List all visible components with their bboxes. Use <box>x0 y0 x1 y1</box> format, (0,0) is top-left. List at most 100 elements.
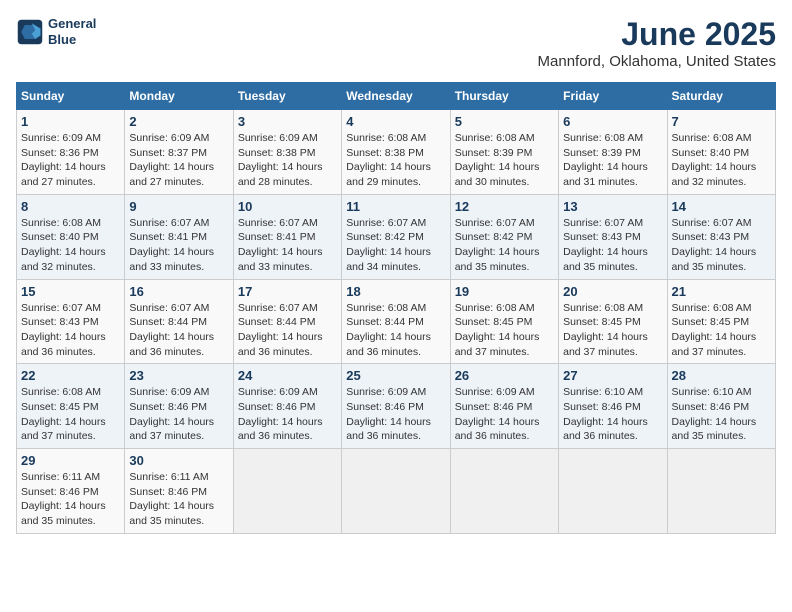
calendar-cell: 28Sunrise: 6:10 AM Sunset: 8:46 PM Dayli… <box>667 364 775 449</box>
day-number: 16 <box>129 284 228 299</box>
day-info: Sunrise: 6:08 AM Sunset: 8:40 PM Dayligh… <box>672 131 771 190</box>
day-info: Sunrise: 6:07 AM Sunset: 8:42 PM Dayligh… <box>346 216 445 275</box>
day-of-week-header: Thursday <box>450 83 558 110</box>
calendar-week-row: 22Sunrise: 6:08 AM Sunset: 8:45 PM Dayli… <box>17 364 776 449</box>
day-info: Sunrise: 6:11 AM Sunset: 8:46 PM Dayligh… <box>129 470 228 529</box>
calendar-cell <box>667 449 775 534</box>
calendar-header: SundayMondayTuesdayWednesdayThursdayFrid… <box>17 83 776 110</box>
calendar-cell: 13 Sunrise: 6:07 AM Sunset: 8:43 PM Dayli… <box>559 194 667 279</box>
calendar-week-row: 15Sunrise: 6:07 AM Sunset: 8:43 PM Dayli… <box>17 279 776 364</box>
day-info: Sunrise: 6:08 AM Sunset: 8:39 PM Dayligh… <box>455 131 554 190</box>
calendar-cell: 15Sunrise: 6:07 AM Sunset: 8:43 PM Dayli… <box>17 279 125 364</box>
calendar-cell: 10 Sunrise: 6:07 AM Sunset: 8:41 PM Dayli… <box>233 194 341 279</box>
day-number: 14 <box>672 199 771 214</box>
calendar-week-row: 8Sunrise: 6:08 AM Sunset: 8:40 PM Daylig… <box>17 194 776 279</box>
calendar-cell: 22Sunrise: 6:08 AM Sunset: 8:45 PM Dayli… <box>17 364 125 449</box>
calendar-cell: 24 Sunrise: 6:09 AM Sunset: 8:46 PM Dayli… <box>233 364 341 449</box>
calendar-cell: 7 Sunrise: 6:08 AM Sunset: 8:40 PM Daylig… <box>667 110 775 195</box>
calendar-cell: 18 Sunrise: 6:08 AM Sunset: 8:44 PM Dayli… <box>342 279 450 364</box>
calendar-cell: 21 Sunrise: 6:08 AM Sunset: 8:45 PM Dayli… <box>667 279 775 364</box>
day-number: 9 <box>129 199 228 214</box>
day-info: Sunrise: 6:08 AM Sunset: 8:39 PM Dayligh… <box>563 131 662 190</box>
day-info: Sunrise: 6:09 AM Sunset: 8:38 PM Dayligh… <box>238 131 337 190</box>
day-of-week-header: Monday <box>125 83 233 110</box>
calendar-title: June 2025 <box>538 16 776 53</box>
day-info: Sunrise: 6:08 AM Sunset: 8:45 PM Dayligh… <box>455 301 554 360</box>
day-number: 4 <box>346 114 445 129</box>
day-number: 22 <box>21 368 120 383</box>
calendar-table: SundayMondayTuesdayWednesdayThursdayFrid… <box>16 82 776 534</box>
day-of-week-header: Saturday <box>667 83 775 110</box>
calendar-week-row: 1 Sunrise: 6:09 AM Sunset: 8:36 PM Daylig… <box>17 110 776 195</box>
day-number: 5 <box>455 114 554 129</box>
day-number: 30 <box>129 453 228 468</box>
day-info: Sunrise: 6:09 AM Sunset: 8:46 PM Dayligh… <box>346 385 445 444</box>
calendar-cell <box>559 449 667 534</box>
calendar-cell: 14Sunrise: 6:07 AM Sunset: 8:43 PM Dayli… <box>667 194 775 279</box>
day-of-week-header: Friday <box>559 83 667 110</box>
day-info: Sunrise: 6:08 AM Sunset: 8:38 PM Dayligh… <box>346 131 445 190</box>
day-info: Sunrise: 6:07 AM Sunset: 8:43 PM Dayligh… <box>563 216 662 275</box>
day-info: Sunrise: 6:09 AM Sunset: 8:36 PM Dayligh… <box>21 131 120 190</box>
day-number: 12 <box>455 199 554 214</box>
day-number: 24 <box>238 368 337 383</box>
calendar-cell: 11 Sunrise: 6:07 AM Sunset: 8:42 PM Dayli… <box>342 194 450 279</box>
day-number: 15 <box>21 284 120 299</box>
day-of-week-header: Sunday <box>17 83 125 110</box>
day-of-week-header: Tuesday <box>233 83 341 110</box>
calendar-cell: 17 Sunrise: 6:07 AM Sunset: 8:44 PM Dayli… <box>233 279 341 364</box>
day-number: 11 <box>346 199 445 214</box>
day-info: Sunrise: 6:07 AM Sunset: 8:41 PM Dayligh… <box>129 216 228 275</box>
day-number: 17 <box>238 284 337 299</box>
day-number: 10 <box>238 199 337 214</box>
calendar-cell: 4 Sunrise: 6:08 AM Sunset: 8:38 PM Daylig… <box>342 110 450 195</box>
day-number: 13 <box>563 199 662 214</box>
calendar-cell: 30 Sunrise: 6:11 AM Sunset: 8:46 PM Dayli… <box>125 449 233 534</box>
calendar-cell: 27Sunrise: 6:10 AM Sunset: 8:46 PM Dayli… <box>559 364 667 449</box>
day-info: Sunrise: 6:08 AM Sunset: 8:45 PM Dayligh… <box>563 301 662 360</box>
logo: General Blue <box>16 16 96 47</box>
day-info: Sunrise: 6:11 AM Sunset: 8:46 PM Dayligh… <box>21 470 120 529</box>
day-number: 23 <box>129 368 228 383</box>
day-number: 26 <box>455 368 554 383</box>
day-info: Sunrise: 6:08 AM Sunset: 8:45 PM Dayligh… <box>672 301 771 360</box>
logo-icon <box>16 18 44 46</box>
calendar-cell <box>342 449 450 534</box>
calendar-header-row: SundayMondayTuesdayWednesdayThursdayFrid… <box>17 83 776 110</box>
day-info: Sunrise: 6:07 AM Sunset: 8:44 PM Dayligh… <box>129 301 228 360</box>
calendar-cell: 1 Sunrise: 6:09 AM Sunset: 8:36 PM Daylig… <box>17 110 125 195</box>
day-info: Sunrise: 6:07 AM Sunset: 8:42 PM Dayligh… <box>455 216 554 275</box>
day-number: 7 <box>672 114 771 129</box>
title-block: June 2025 Mannford, Oklahoma, United Sta… <box>538 16 776 70</box>
day-number: 18 <box>346 284 445 299</box>
day-number: 25 <box>346 368 445 383</box>
day-number: 21 <box>672 284 771 299</box>
calendar-cell: 19Sunrise: 6:08 AM Sunset: 8:45 PM Dayli… <box>450 279 558 364</box>
day-info: Sunrise: 6:09 AM Sunset: 8:46 PM Dayligh… <box>238 385 337 444</box>
calendar-cell: 6 Sunrise: 6:08 AM Sunset: 8:39 PM Daylig… <box>559 110 667 195</box>
calendar-cell <box>450 449 558 534</box>
day-number: 28 <box>672 368 771 383</box>
day-info: Sunrise: 6:10 AM Sunset: 8:46 PM Dayligh… <box>563 385 662 444</box>
day-info: Sunrise: 6:07 AM Sunset: 8:44 PM Dayligh… <box>238 301 337 360</box>
calendar-cell: 20 Sunrise: 6:08 AM Sunset: 8:45 PM Dayli… <box>559 279 667 364</box>
day-info: Sunrise: 6:07 AM Sunset: 8:41 PM Dayligh… <box>238 216 337 275</box>
calendar-cell: 9 Sunrise: 6:07 AM Sunset: 8:41 PM Daylig… <box>125 194 233 279</box>
calendar-cell: 16 Sunrise: 6:07 AM Sunset: 8:44 PM Dayli… <box>125 279 233 364</box>
day-number: 6 <box>563 114 662 129</box>
day-info: Sunrise: 6:09 AM Sunset: 8:46 PM Dayligh… <box>129 385 228 444</box>
day-number: 1 <box>21 114 120 129</box>
day-of-week-header: Wednesday <box>342 83 450 110</box>
day-number: 20 <box>563 284 662 299</box>
day-info: Sunrise: 6:08 AM Sunset: 8:40 PM Dayligh… <box>21 216 120 275</box>
day-info: Sunrise: 6:08 AM Sunset: 8:44 PM Dayligh… <box>346 301 445 360</box>
calendar-body: 1 Sunrise: 6:09 AM Sunset: 8:36 PM Daylig… <box>17 110 776 534</box>
calendar-cell <box>233 449 341 534</box>
day-number: 2 <box>129 114 228 129</box>
day-info: Sunrise: 6:09 AM Sunset: 8:46 PM Dayligh… <box>455 385 554 444</box>
page-header: General Blue June 2025 Mannford, Oklahom… <box>16 16 776 70</box>
calendar-week-row: 29Sunrise: 6:11 AM Sunset: 8:46 PM Dayli… <box>17 449 776 534</box>
calendar-cell: 29Sunrise: 6:11 AM Sunset: 8:46 PM Dayli… <box>17 449 125 534</box>
calendar-cell: 5 Sunrise: 6:08 AM Sunset: 8:39 PM Daylig… <box>450 110 558 195</box>
day-number: 3 <box>238 114 337 129</box>
